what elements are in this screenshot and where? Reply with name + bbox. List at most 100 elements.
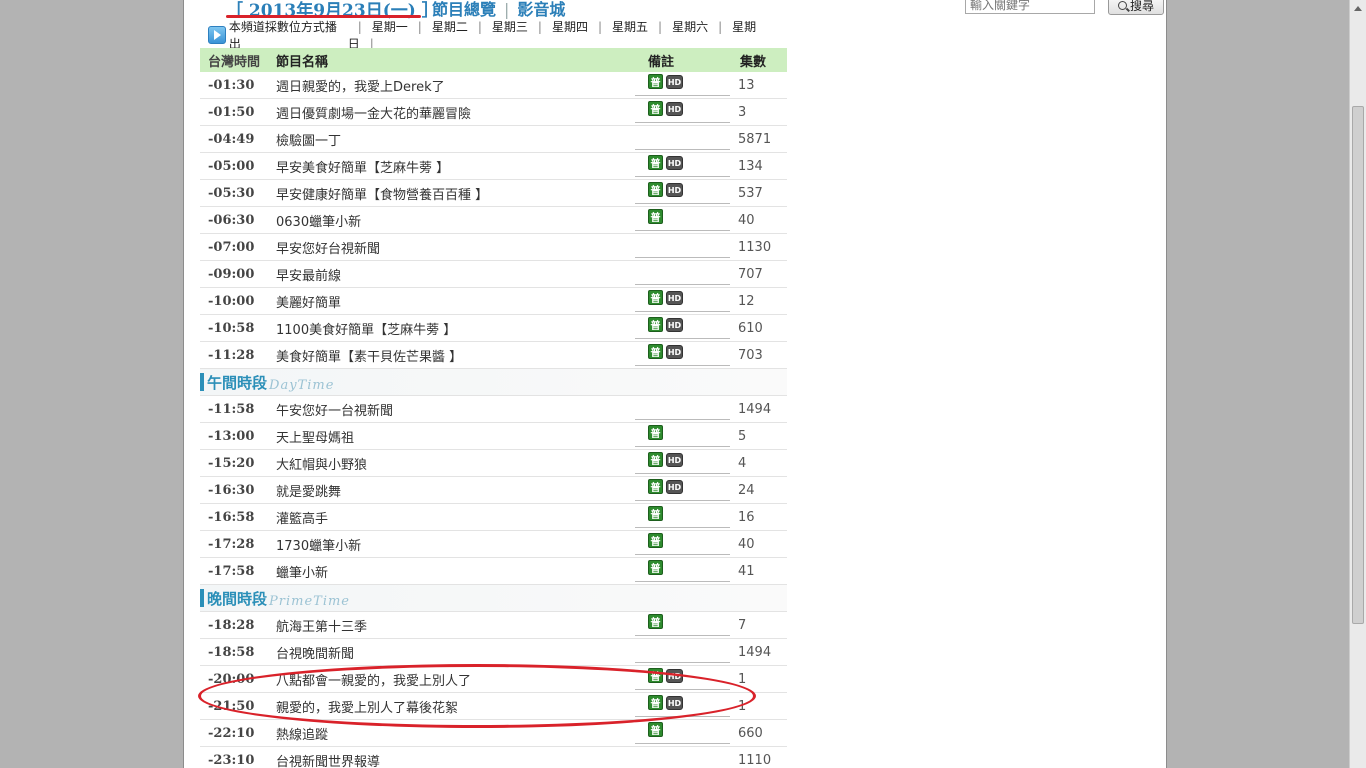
nav-video-city[interactable]: 影音城 — [517, 0, 565, 19]
general-rating-icon: 普 — [648, 533, 663, 548]
day-tab[interactable]: 星期一 — [372, 20, 408, 34]
notes-divider — [635, 473, 730, 474]
nav-links: 節目總覽 | 影音城 — [432, 0, 565, 20]
table-row: -11:28 美食好簡單【素干貝佐芒果醬 】普 HD 703 — [200, 342, 787, 369]
general-rating-icon: 普 — [648, 344, 663, 359]
program-name[interactable]: 週日優質劇場一金大花的華麗冒險 — [272, 103, 638, 122]
table-header: 台灣時間 節目名稱 備註 集數 — [200, 48, 787, 72]
program-time: -16:58 — [208, 509, 255, 525]
header-notes: 備註 — [648, 54, 675, 70]
program-episode: 1494 — [738, 401, 772, 417]
program-name[interactable]: 早安您好台視新聞 — [272, 238, 638, 257]
section-bar — [200, 589, 204, 607]
program-time: -04:49 — [208, 131, 255, 147]
page-container: ［ 2013年9月23日(一) ］ 節目總覽|影音城 搜尋 本頻道採數位方式播出… — [183, 0, 1167, 768]
general-rating-icon: 普 — [648, 74, 663, 89]
day-separator: | — [357, 20, 362, 34]
hd-icon: HD — [666, 696, 683, 710]
search-button[interactable]: 搜尋 — [1108, 0, 1164, 15]
program-name[interactable]: 美食好簡單【素干貝佐芒果醬 】 — [272, 346, 638, 365]
day-separator: | — [597, 20, 603, 34]
program-time: -15:20 — [208, 455, 255, 471]
search-input[interactable] — [965, 0, 1095, 14]
program-name[interactable]: 台視晚間新聞 — [272, 643, 638, 662]
scrollbar[interactable] — [1349, 0, 1366, 768]
hd-icon: HD — [666, 291, 683, 305]
scroll-thumb[interactable] — [1352, 106, 1364, 624]
header-episode: 集數 — [740, 54, 767, 70]
section-header: 晚間時段 PrimeTime — [200, 585, 787, 612]
program-name[interactable]: 週日親愛的，我愛上Derek了 — [272, 76, 638, 95]
notes-divider — [635, 176, 730, 177]
hd-icon: HD — [666, 75, 683, 89]
search-icon — [1117, 0, 1127, 10]
schedule-table: 台灣時間 節目名稱 備註 集數 -01:30 週日親愛的，我愛上Derek了普 HD… — [200, 48, 787, 768]
program-time: -18:28 — [208, 617, 255, 633]
program-time: -23:10 — [208, 752, 255, 768]
program-episode: 24 — [738, 482, 755, 498]
program-name[interactable]: 早安最前線 — [272, 265, 638, 284]
nav-separator: | — [504, 0, 510, 19]
scroll-up-arrow-icon[interactable] — [1350, 0, 1366, 17]
program-name[interactable]: 天上聖母媽祖 — [272, 427, 638, 446]
notes-divider — [635, 419, 730, 420]
program-time: -20:00 — [208, 671, 255, 687]
program-time: -17:28 — [208, 536, 255, 552]
day-tab[interactable]: 星期六 — [672, 20, 708, 34]
program-name[interactable]: 早安美食好簡單【芝麻牛蒡 】 — [272, 157, 638, 176]
notes-divider — [635, 365, 730, 366]
program-time: -05:30 — [208, 185, 255, 201]
nav-program-overview[interactable]: 節目總覽 — [432, 0, 496, 19]
day-tab[interactable]: 星期二 — [432, 20, 468, 34]
program-name[interactable]: 蠟筆小新 — [272, 562, 638, 581]
notes-divider — [635, 95, 730, 96]
day-separator: | — [718, 20, 723, 34]
program-name[interactable]: 1100美食好簡單【芝麻牛蒡 】 — [272, 319, 638, 338]
table-row: -20:00 八點都會一親愛的，我愛上別人了普 HD 1 — [200, 666, 787, 693]
program-name[interactable]: 檢驗圖一丁 — [272, 130, 638, 149]
program-time: -07:00 — [208, 239, 255, 255]
notes-divider — [635, 122, 730, 123]
program-episode: 5 — [738, 428, 747, 444]
day-tab[interactable]: 星期四 — [552, 20, 588, 34]
program-name[interactable]: 熱線追蹤 — [272, 724, 638, 743]
notes-divider — [635, 527, 730, 528]
table-row: -16:58 灌籃高手普 16 — [200, 504, 787, 531]
program-episode: 1110 — [738, 752, 772, 768]
general-rating-icon: 普 — [648, 479, 663, 494]
program-notes — [638, 749, 730, 768]
program-episode: 134 — [738, 158, 763, 174]
program-time: -18:58 — [208, 644, 255, 660]
program-name[interactable]: 美麗好簡單 — [272, 292, 638, 311]
program-name[interactable]: 早安健康好簡單【食物營養百百種 】 — [272, 184, 638, 203]
program-name[interactable]: 大紅帽與小野狼 — [272, 454, 638, 473]
program-name[interactable]: 1730蠟筆小新 — [272, 535, 638, 554]
notes-divider — [635, 554, 730, 555]
program-name[interactable]: 就是愛跳舞 — [272, 481, 638, 500]
hd-icon: HD — [666, 669, 683, 683]
program-time: -11:58 — [208, 401, 255, 417]
hd-icon: HD — [666, 156, 683, 170]
program-name[interactable]: 親愛的，我愛上別人了幕後花絮 — [272, 697, 638, 716]
notes-divider — [635, 311, 730, 312]
program-name[interactable]: 0630蠟筆小新 — [272, 211, 638, 230]
program-episode: 40 — [738, 536, 755, 552]
table-row: -23:10 台視新聞世界報導 1110 — [200, 747, 787, 768]
notes-divider — [635, 284, 730, 285]
general-rating-icon: 普 — [648, 668, 663, 683]
program-name[interactable]: 八點都會一親愛的，我愛上別人了 — [272, 670, 638, 689]
table-row: -13:00 天上聖母媽祖普 5 — [200, 423, 787, 450]
day-tab[interactable]: 星期三 — [492, 20, 528, 34]
general-rating-icon: 普 — [648, 182, 663, 197]
program-name[interactable]: 航海王第十三季 — [272, 616, 638, 635]
section-bar — [200, 373, 204, 391]
program-name[interactable]: 台視新聞世界報導 — [272, 751, 638, 768]
program-name[interactable]: 灌籃高手 — [272, 508, 638, 527]
table-row: -17:58 蠟筆小新普 41 — [200, 558, 787, 585]
notes-divider — [635, 446, 730, 447]
program-time: -21:50 — [208, 698, 255, 714]
table-row: -16:30 就是愛跳舞普 HD 24 — [200, 477, 787, 504]
program-name[interactable]: 午安您好一台視新聞 — [272, 400, 638, 419]
day-tab[interactable]: 星期五 — [612, 20, 648, 34]
general-rating-icon: 普 — [648, 101, 663, 116]
